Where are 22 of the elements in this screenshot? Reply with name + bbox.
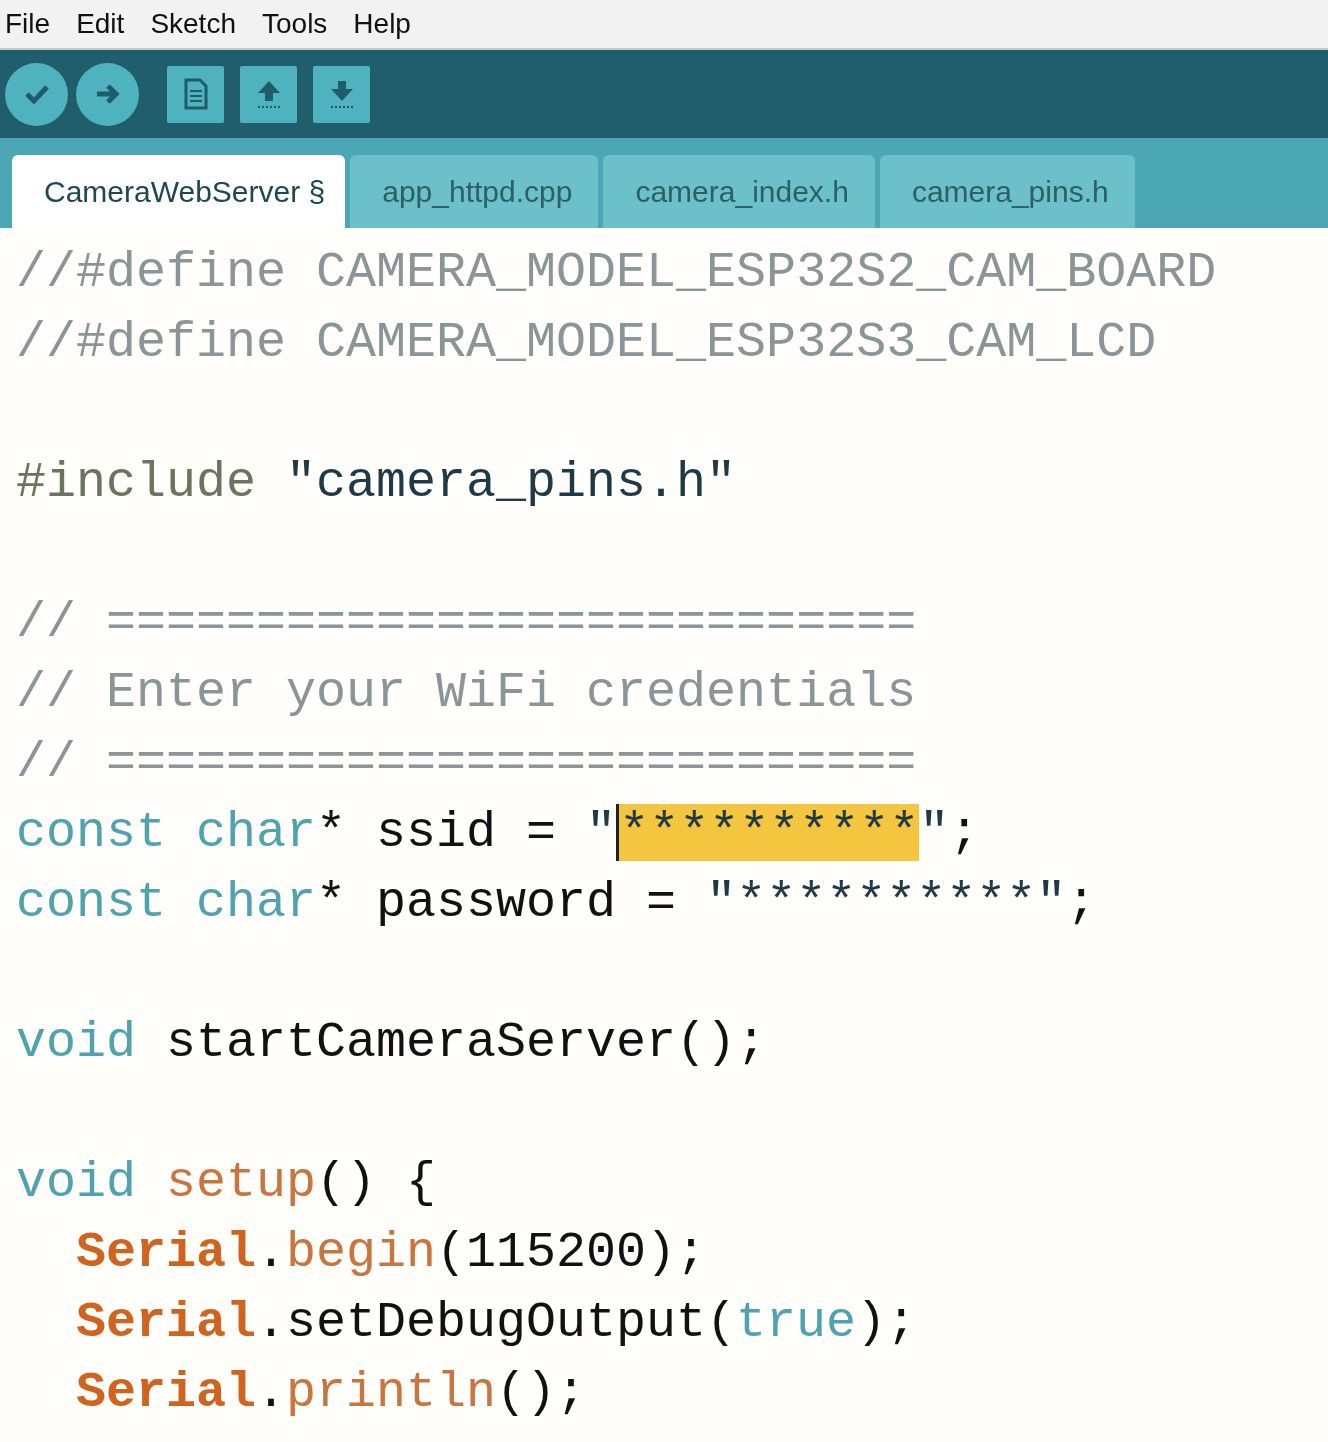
code-line: Serial.setDebugOutput(true);	[75, 1293, 918, 1353]
code-line: void startCameraServer();	[16, 1013, 768, 1073]
file-tab[interactable]: CameraWebServer §	[12, 155, 346, 228]
save-button[interactable]	[313, 65, 370, 123]
code-line: // ===========================	[16, 593, 918, 653]
menu-item[interactable]: File	[5, 8, 51, 40]
menu-item[interactable]: Edit	[76, 8, 125, 40]
code-line: const char* password = "**********";	[16, 873, 1098, 933]
code-line: //#define CAMERA_MODEL_ESP32S3_CAM_LCD	[16, 313, 1158, 373]
code-line: //#define CAMERA_MODEL_ESP32S2_CAM_BOARD	[16, 243, 1218, 303]
code-line: Serial.begin(115200);	[75, 1223, 708, 1283]
code-line: Serial.println();	[75, 1363, 588, 1423]
menu-item[interactable]: Sketch	[150, 8, 236, 40]
code-line: // ===========================	[16, 733, 918, 793]
code-line: #include "camera_pins.h"	[16, 453, 738, 513]
code-line: void setup() {	[16, 1153, 438, 1213]
new-button[interactable]	[167, 65, 224, 123]
code-line: // Enter your WiFi credentials	[16, 663, 918, 723]
open-button[interactable]	[240, 65, 297, 123]
menu-item[interactable]: Help	[353, 8, 411, 40]
menu-item[interactable]: Tools	[262, 8, 328, 40]
code-line: const char* ssid = "**********";	[16, 803, 981, 863]
